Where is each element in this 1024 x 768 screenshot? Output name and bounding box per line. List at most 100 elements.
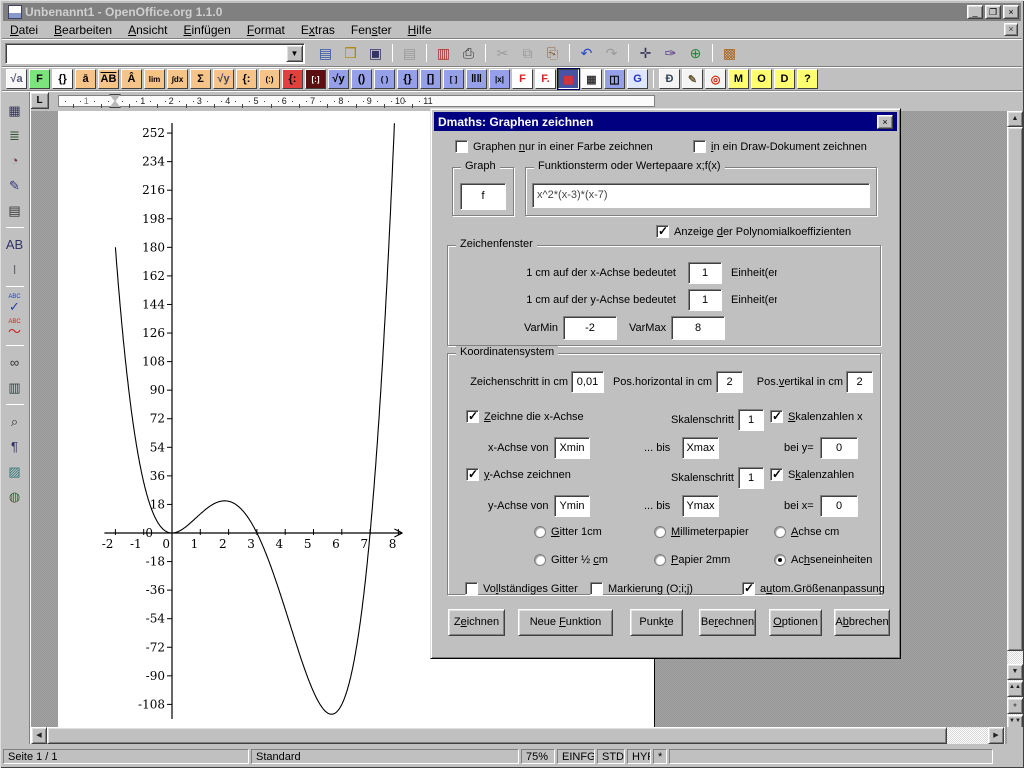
status-field-4[interactable]: STD: [597, 749, 625, 764]
scale-step-y-field[interactable]: 1: [738, 467, 764, 489]
checkbox-box[interactable]: [656, 225, 669, 238]
graphics-toggle-icon[interactable]: ▨: [3, 460, 27, 483]
macro-o-icon[interactable]: O: [751, 69, 772, 89]
varmax-field[interactable]: 8: [671, 316, 725, 340]
vertical-scroll-thumb[interactable]: [1007, 127, 1023, 651]
varmin-field[interactable]: -2: [563, 316, 617, 340]
sqrt-a-icon[interactable]: √a: [6, 69, 27, 89]
paste-icon[interactable]: ⎘: [541, 42, 564, 64]
menu-bearbeiten[interactable]: Bearbeiten: [46, 22, 120, 38]
checkbox-scale-numbers-y[interactable]: Skalenzahlen: [770, 468, 854, 481]
insert-table-icon[interactable]: ▦: [3, 99, 27, 122]
at-x-field[interactable]: 0: [820, 495, 858, 517]
checkbox-single-color[interactable]: Graphen nur in einer Farbe zeichnen: [455, 140, 653, 153]
scroll-down-icon[interactable]: ▼: [1007, 664, 1023, 680]
close-button[interactable]: ×: [1003, 5, 1019, 19]
menu-fenster[interactable]: Fenster: [343, 22, 400, 38]
radio-circle[interactable]: [534, 526, 546, 538]
dmaths-edit-icon[interactable]: ✎: [682, 69, 703, 89]
form-icon[interactable]: ▤: [3, 199, 27, 222]
online-layout-icon[interactable]: ◍: [3, 485, 27, 508]
radio-achse-cm[interactable]: Achse cm: [774, 526, 839, 538]
nth-root-icon[interactable]: √y: [213, 69, 234, 89]
y-to-field[interactable]: Ymax: [682, 495, 719, 517]
checkbox-full-grid[interactable]: Vollständiges Gitter: [465, 582, 578, 595]
pos-horizontal-field[interactable]: 2: [716, 371, 743, 393]
navigation-icon[interactable]: ●: [1007, 698, 1023, 714]
spellcheck-icon[interactable]: ABC✓: [3, 292, 27, 315]
checkbox-auto-size[interactable]: autom.Größenanpassung: [742, 582, 885, 595]
radio-grid-1cm[interactable]: Gitter 1cm: [534, 526, 602, 538]
limit-icon[interactable]: lim: [144, 69, 165, 89]
angle-hat-icon[interactable]: Â: [121, 69, 142, 89]
status-field-6[interactable]: *: [653, 749, 667, 764]
insert-object-icon[interactable]: ◔: [3, 149, 27, 172]
scale-step-x-field[interactable]: 1: [738, 409, 764, 431]
checkbox-box[interactable]: [590, 582, 603, 595]
radio-circle[interactable]: [654, 554, 666, 566]
checkbox-box[interactable]: [742, 582, 755, 595]
checkbox-box[interactable]: [465, 582, 478, 595]
berechnen-button[interactable]: Berechnen: [699, 609, 756, 636]
segment-bar-icon[interactable]: AB: [98, 69, 119, 89]
stylist-icon[interactable]: ✑: [659, 42, 682, 64]
gallery-icon[interactable]: ▩: [718, 42, 741, 64]
redo-icon[interactable]: ↷: [600, 42, 623, 64]
pos-vertical-field[interactable]: 2: [846, 371, 873, 393]
radio-grid-half-cm[interactable]: Gitter ½ cm: [534, 554, 608, 566]
x-from-field[interactable]: Xmin: [554, 437, 590, 459]
menu-extras[interactable]: Extras: [293, 22, 343, 38]
brace-blue-icon[interactable]: {}: [397, 69, 418, 89]
style-f-icon[interactable]: F: [29, 69, 50, 89]
checkbox-box[interactable]: [466, 468, 479, 481]
menu-hilfe[interactable]: Hilfe: [400, 22, 440, 38]
chevron-down-icon[interactable]: ▼: [286, 45, 303, 62]
paren-big-icon[interactable]: ( ): [374, 69, 395, 89]
draw-functions-icon[interactable]: ✎: [3, 174, 27, 197]
dialog-close-icon[interactable]: ×: [877, 115, 893, 129]
matrix-icon[interactable]: [:]: [305, 69, 326, 89]
checkbox-box[interactable]: [770, 468, 783, 481]
status-field-5[interactable]: HYP: [627, 749, 651, 764]
geogebra-icon[interactable]: G: [627, 69, 648, 89]
formula-f-cursor-icon[interactable]: F.: [535, 69, 556, 89]
step-field[interactable]: 0,01: [571, 371, 604, 393]
axes-icon[interactable]: ◫: [604, 69, 625, 89]
scroll-right-icon[interactable]: ▶: [988, 727, 1004, 744]
x-scale-field[interactable]: 1: [688, 262, 722, 284]
print-icon[interactable]: ⎙: [457, 42, 480, 64]
title-bar[interactable]: Unbenannt1 - OpenOffice.org 1.1.0 _ ❐ ×: [3, 3, 1021, 21]
x-to-field[interactable]: Xmax: [682, 437, 719, 459]
checkbox-draw-x-axis[interactable]: Zeichne die x-Achse: [466, 410, 584, 423]
status-field-0[interactable]: Seite 1 / 1: [3, 749, 249, 764]
cut-icon[interactable]: ✂: [491, 42, 514, 64]
checkbox-draw-document[interactable]: in ein Draw-Dokument zeichnen: [693, 140, 867, 153]
autotext-icon[interactable]: AB: [3, 233, 27, 256]
radio-circle[interactable]: [774, 526, 786, 538]
dmaths-tools-icon[interactable]: Ð: [659, 69, 680, 89]
grid-icon[interactable]: ▦: [581, 69, 602, 89]
y-scale-field[interactable]: 1: [688, 289, 722, 311]
checkbox-scale-numbers-x[interactable]: Skalenzahlen x: [770, 410, 863, 423]
root-blue-icon[interactable]: √y: [328, 69, 349, 89]
dmaths-logo-icon[interactable]: ◎: [705, 69, 726, 89]
status-field-2[interactable]: 75%: [521, 749, 555, 764]
autospellcheck-icon[interactable]: ABC〜: [3, 317, 27, 340]
undo-icon[interactable]: ↶: [575, 42, 598, 64]
new-document-icon[interactable]: ▤: [314, 42, 337, 64]
data-sources-icon[interactable]: ▥: [3, 376, 27, 399]
paren-small-icon[interactable]: (): [351, 69, 372, 89]
vertical-scrollbar[interactable]: ▲ ▼ ▲▲ ● ▼▼: [1007, 111, 1023, 744]
copy-icon[interactable]: ⧉: [516, 42, 539, 64]
dialog-title-bar[interactable]: Dmaths: Graphen zeichnen ×: [434, 112, 897, 131]
menu-format[interactable]: Format: [239, 22, 293, 38]
vector-arrow-icon[interactable]: ā: [75, 69, 96, 89]
open-icon[interactable]: ❒: [339, 42, 362, 64]
system-brace-icon[interactable]: {:: [236, 69, 257, 89]
zeichnen-button[interactable]: Zeichnen: [448, 609, 505, 636]
menu-datei[interactable]: Datei: [2, 22, 46, 38]
checkbox-box[interactable]: [693, 140, 706, 153]
bracket-small-icon[interactable]: []: [420, 69, 441, 89]
optionen-button[interactable]: Optionen: [769, 609, 822, 636]
checkbox-marking[interactable]: Markierung (O;i;j): [590, 582, 693, 595]
